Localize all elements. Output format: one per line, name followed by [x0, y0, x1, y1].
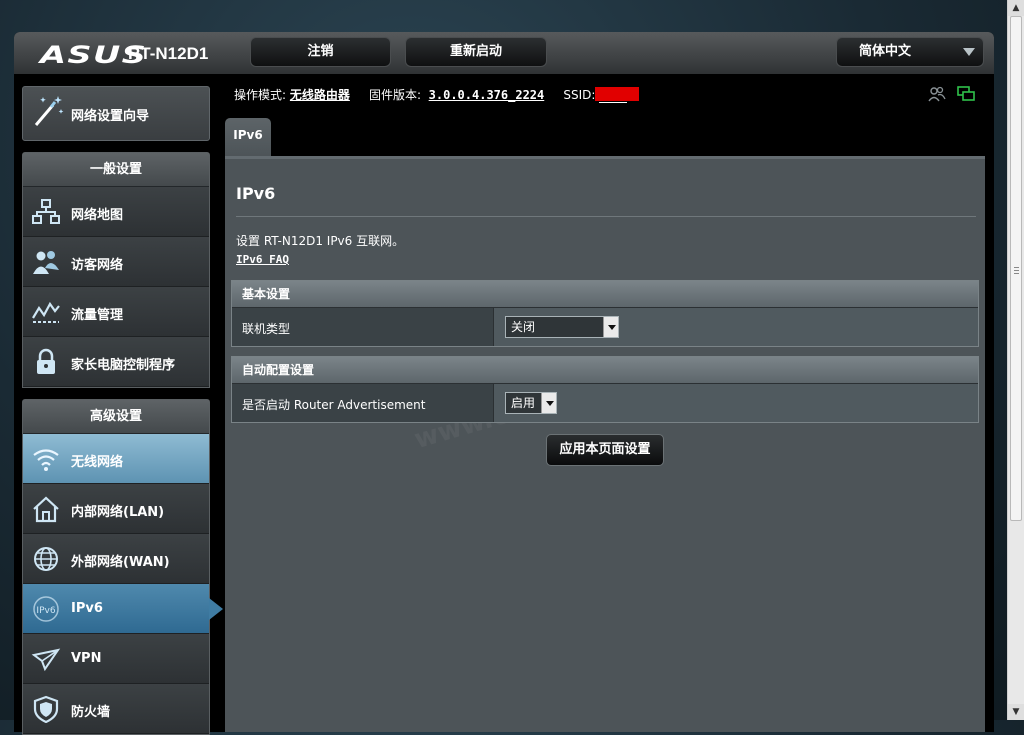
auto-config-section: 自动配置设置 是否启动 Router Advertisement 启用 [231, 356, 979, 423]
magic-wand-icon [34, 96, 64, 126]
advanced-settings-title: 高级设置 [23, 400, 209, 434]
clients-icon[interactable] [928, 86, 946, 102]
chevron-down-icon [963, 48, 975, 56]
router-advertisement-label: 是否启动 Router Advertisement [232, 384, 494, 422]
language-label: 简体中文 [858, 44, 911, 59]
sidebar-item-label: 内部网络(LAN) [71, 505, 165, 520]
scroll-thumb[interactable] [1010, 16, 1022, 521]
section-header: 自动配置设置 [232, 357, 978, 383]
svg-text:IPv6: IPv6 [36, 606, 55, 616]
firmware-label: 固件版本: [368, 88, 422, 102]
logout-button[interactable]: 注销 [250, 37, 391, 67]
sidebar-item-vpn[interactable]: VPN [23, 634, 209, 684]
tab-ipv6[interactable]: IPv6 [225, 118, 271, 156]
status-bar: 操作模式: 无线路由器 固件版本: 3.0.0.4.376_2224 SSID: [234, 86, 640, 103]
ssid-label: SSID: [563, 88, 596, 102]
wizard-label: 网络设置向导 [71, 109, 150, 124]
firmware-version-link[interactable]: 3.0.0.4.376_2224 [429, 88, 545, 102]
sidebar-item-parental-control[interactable]: 家长电脑控制程序 [23, 337, 209, 387]
sidebar-item-label: 网络地图 [71, 208, 124, 223]
router-advertisement-value: 启用 [511, 396, 536, 410]
sidebar-item-firewall[interactable]: 防火墙 [23, 684, 209, 734]
sidebar-item-label: 无线网络 [71, 455, 124, 470]
basic-settings-section: 基本设置 联机类型 关闭 [231, 280, 979, 347]
router-advertisement-select[interactable]: 启用 [505, 392, 557, 414]
wireless-icon [33, 449, 59, 471]
sidebar-item-label: 防火墙 [71, 705, 111, 720]
vpn-icon [31, 648, 61, 672]
general-settings-menu: 一般设置 网络地图 访客网络 流量管理 家长电脑控制程序 [22, 152, 210, 388]
title-divider [236, 216, 976, 217]
sidebar-item-wireless[interactable]: 无线网络 [23, 434, 209, 484]
sidebar-item-wan[interactable]: 外部网络(WAN) [23, 534, 209, 584]
internet-status-icon[interactable] [957, 86, 975, 102]
main-content: www.chinagu.com IPv6 设置 RT-N12D1 IPv6 互联… [225, 156, 985, 732]
sidebar-item-label: 流量管理 [71, 308, 124, 323]
firewall-shield-icon [33, 695, 59, 723]
top-bar: ASUS RT-N12D1 注销 重新启动 简体中文 [14, 32, 994, 74]
page-scrollbar[interactable]: ▲ ▼ [1007, 0, 1024, 720]
active-pointer-icon [209, 598, 223, 620]
scroll-down-icon[interactable]: ▼ [1008, 704, 1024, 720]
router-admin-frame: ASUS RT-N12D1 注销 重新启动 简体中文 操作模式: 无线路由器 固… [14, 32, 994, 735]
sidebar-item-label: IPv6 [71, 601, 103, 616]
lan-home-icon [33, 496, 59, 523]
connection-type-value: 关闭 [511, 320, 536, 334]
network-map-icon [32, 199, 60, 224]
page-title: IPv6 [236, 184, 276, 203]
traffic-manager-icon [32, 301, 60, 323]
chevron-down-icon [603, 317, 618, 337]
parental-control-lock-icon [37, 348, 55, 374]
sidebar-item-lan[interactable]: 内部网络(LAN) [23, 484, 209, 534]
apply-settings-button[interactable]: 应用本页面设置 [546, 434, 664, 466]
ipv6-icon: IPv6 [33, 596, 59, 622]
sidebar-item-traffic-manager[interactable]: 流量管理 [23, 287, 209, 337]
section-header: 基本设置 [232, 281, 978, 307]
ssid-link[interactable] [599, 102, 628, 103]
ipv6-faq-link[interactable]: IPv6 FAQ [236, 253, 289, 266]
operation-mode-link[interactable]: 无线路由器 [290, 88, 350, 102]
sidebar-item-label: 外部网络(WAN) [71, 555, 170, 570]
model-name: RT-N12D1 [128, 44, 209, 63]
sidebar-item-ipv6[interactable]: IPv6 IPv6 [23, 584, 223, 634]
sidebar-item-network-map[interactable]: 网络地图 [23, 187, 209, 237]
sidebar-item-label: 家长电脑控制程序 [71, 358, 176, 373]
operation-mode-label: 操作模式: [234, 88, 287, 102]
scroll-up-icon[interactable]: ▲ [1008, 0, 1024, 16]
guest-network-icon [33, 251, 59, 274]
sidebar-item-label: VPN [71, 651, 102, 666]
sidebar-item-label: 访客网络 [71, 258, 124, 273]
advanced-settings-menu: 高级设置 无线网络 内部网络(LAN) 外部网络(WAN) IPv6 IPv6 … [22, 399, 223, 735]
connection-type-row: 联机类型 关闭 [232, 307, 978, 346]
wan-globe-icon [34, 547, 58, 571]
sidebar-item-guest-network[interactable]: 访客网络 [23, 237, 209, 287]
connection-type-select[interactable]: 关闭 [505, 316, 619, 338]
ssid-redacted [595, 87, 640, 101]
general-settings-title: 一般设置 [23, 153, 209, 187]
reboot-button[interactable]: 重新启动 [405, 37, 547, 67]
router-advertisement-row: 是否启动 Router Advertisement 启用 [232, 383, 978, 422]
language-select[interactable]: 简体中文 [836, 37, 984, 67]
connection-type-label: 联机类型 [232, 308, 494, 346]
chevron-down-icon [541, 393, 556, 413]
page-description: 设置 RT-N12D1 IPv6 互联网。 [236, 234, 405, 248]
network-setup-wizard-button[interactable]: 网络设置向导 [22, 86, 210, 141]
